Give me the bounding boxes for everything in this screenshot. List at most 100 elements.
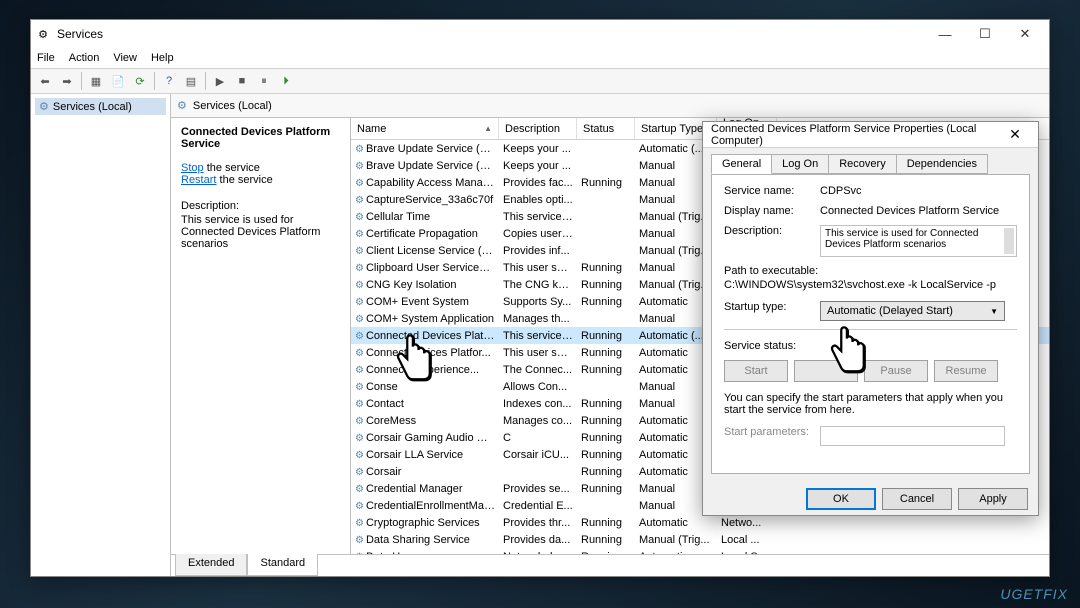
- start-parameters-input[interactable]: [820, 426, 1005, 446]
- apply-button[interactable]: Apply: [958, 488, 1028, 510]
- gear-icon: ⚙: [355, 263, 364, 274]
- gear-icon: ⚙: [355, 535, 364, 546]
- gear-icon: ⚙: [177, 99, 187, 112]
- stop-service-button[interactable]: ■: [232, 71, 252, 91]
- display-name-value: Connected Devices Platform Service: [820, 205, 1017, 217]
- separator-icon: [205, 72, 206, 90]
- dialog-tabs: General Log On Recovery Dependencies: [703, 148, 1038, 174]
- restart-service-button[interactable]: ⏵: [276, 71, 296, 91]
- description-box[interactable]: This service is used for Connected Devic…: [820, 225, 1017, 257]
- export-button[interactable]: 📄: [108, 71, 128, 91]
- start-service-button[interactable]: ▶: [210, 71, 230, 91]
- control-buttons: Start Pause Resume: [724, 360, 1017, 382]
- refresh-button[interactable]: ⟳: [130, 71, 150, 91]
- restart-link[interactable]: Restart: [181, 174, 216, 186]
- watermark: UGETFIX: [1000, 586, 1068, 602]
- maximize-button[interactable]: ☐: [965, 20, 1005, 48]
- right-header: ⚙ Services (Local): [171, 94, 1049, 118]
- stop-button[interactable]: [794, 360, 858, 382]
- window-title: Services: [57, 27, 925, 41]
- gear-icon: ⚙: [355, 348, 364, 359]
- gear-icon: ⚙: [355, 314, 364, 325]
- divider: [724, 329, 1017, 330]
- back-button[interactable]: ⬅: [35, 71, 55, 91]
- display-name-label: Display name:: [724, 205, 820, 217]
- help-button[interactable]: ?: [159, 71, 179, 91]
- dialog-titlebar[interactable]: Connected Devices Platform Service Prope…: [703, 122, 1038, 148]
- pause-service-button[interactable]: ⏸: [254, 71, 274, 91]
- description-label: Description:: [181, 200, 340, 212]
- col-description[interactable]: Description: [499, 118, 577, 139]
- separator-icon: [81, 72, 82, 90]
- resume-button[interactable]: Resume: [934, 360, 998, 382]
- pause-button[interactable]: Pause: [864, 360, 928, 382]
- tree-pane: ⚙ Services (Local): [31, 94, 171, 576]
- detail-pane: Connected Devices PlatformService Stop t…: [171, 118, 351, 554]
- service-name-value: CDPSvc: [820, 185, 1017, 197]
- tab-extended[interactable]: Extended: [175, 554, 247, 576]
- show-hide-tree-button[interactable]: ▦: [86, 71, 106, 91]
- table-row[interactable]: ⚙Data Sharing ServiceProvides da...Runni…: [351, 531, 1049, 548]
- path-label: Path to executable:: [724, 265, 1017, 277]
- gear-icon: ⚙: [355, 501, 364, 512]
- ok-button[interactable]: OK: [806, 488, 876, 510]
- separator-icon: [154, 72, 155, 90]
- tab-standard[interactable]: Standard: [247, 554, 318, 576]
- gear-icon: ⚙: [355, 331, 364, 342]
- gear-icon: ⚙: [355, 382, 364, 393]
- description-label: Description:: [724, 225, 820, 257]
- titlebar[interactable]: ⚙ Services — ☐ ✕: [31, 20, 1049, 48]
- dialog-title: Connected Devices Platform Service Prope…: [711, 123, 1000, 147]
- sort-asc-icon: ▲: [484, 124, 492, 133]
- gear-icon: ⚙: [39, 100, 49, 113]
- tree-root-label: Services (Local): [53, 101, 132, 113]
- cancel-button[interactable]: Cancel: [882, 488, 952, 510]
- parameters-note: You can specify the start parameters tha…: [724, 392, 1017, 416]
- properties-button[interactable]: ▤: [181, 71, 201, 91]
- gear-icon: ⚙: [355, 416, 364, 427]
- menu-action[interactable]: Action: [69, 52, 100, 64]
- start-button[interactable]: Start: [724, 360, 788, 382]
- gear-icon: ⚙: [355, 365, 364, 376]
- toolbar: ⬅ ➡ ▦ 📄 ⟳ ? ▤ ▶ ■ ⏸ ⏵: [31, 68, 1049, 94]
- menubar: File Action View Help: [31, 48, 1049, 68]
- properties-dialog: Connected Devices Platform Service Prope…: [702, 121, 1039, 516]
- restart-link-row: Restart the service: [181, 174, 340, 186]
- gear-icon: ⚙: [355, 484, 364, 495]
- tab-logon[interactable]: Log On: [771, 154, 829, 174]
- selected-service-title: Connected Devices PlatformService: [181, 126, 340, 150]
- tab-recovery[interactable]: Recovery: [828, 154, 896, 174]
- gear-icon: ⚙: [355, 433, 364, 444]
- tab-dependencies[interactable]: Dependencies: [896, 154, 988, 174]
- path-value: C:\WINDOWS\system32\svchost.exe -k Local…: [724, 279, 1017, 291]
- bottom-tabs: Extended Standard: [171, 554, 1049, 576]
- gear-icon: ⚙: [355, 144, 364, 155]
- service-status-value: [820, 340, 1017, 352]
- minimize-button[interactable]: —: [925, 20, 965, 48]
- menu-file[interactable]: File: [37, 52, 55, 64]
- stop-link[interactable]: Stop: [181, 162, 204, 174]
- dialog-footer: OK Cancel Apply: [703, 482, 1038, 516]
- gear-icon: ⚙: [355, 280, 364, 291]
- stop-link-row: Stop the service: [181, 162, 340, 174]
- menu-help[interactable]: Help: [151, 52, 174, 64]
- gear-icon: ⚙: [355, 246, 364, 257]
- gear-icon: ⚙: [355, 229, 364, 240]
- service-status-label: Service status:: [724, 340, 820, 352]
- start-parameters-label: Start parameters:: [724, 426, 820, 446]
- gear-icon: ⚙: [355, 297, 364, 308]
- table-row[interactable]: ⚙Cryptographic ServicesProvides thr...Ru…: [351, 514, 1049, 531]
- forward-button[interactable]: ➡: [57, 71, 77, 91]
- tree-root-item[interactable]: ⚙ Services (Local): [35, 98, 166, 115]
- right-header-title: Services (Local): [193, 100, 272, 112]
- startup-type-label: Startup type:: [724, 301, 820, 321]
- close-button[interactable]: ✕: [1005, 20, 1045, 48]
- tab-general[interactable]: General: [711, 154, 772, 174]
- col-name[interactable]: Name▲: [351, 118, 499, 139]
- col-status[interactable]: Status: [577, 118, 635, 139]
- menu-view[interactable]: View: [113, 52, 137, 64]
- gear-icon: ⚙: [355, 195, 364, 206]
- gear-icon: ⚙: [355, 161, 364, 172]
- dialog-close-button[interactable]: ✕: [1000, 126, 1030, 143]
- startup-type-combo[interactable]: Automatic (Delayed Start) ▼: [820, 301, 1005, 321]
